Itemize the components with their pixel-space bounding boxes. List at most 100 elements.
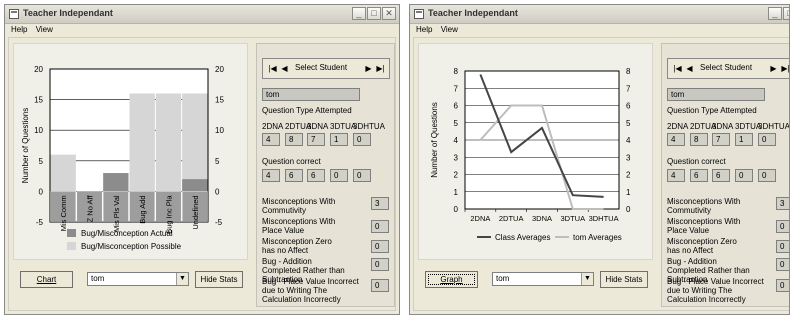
bar-possible [155,93,182,192]
y-tick-label: 15 [34,96,43,105]
menu-view[interactable]: View [441,24,458,36]
misconception-value: 0 [776,240,789,253]
student-navigator: |◀ ◀ Select Student ▶ ▶| [262,58,390,79]
y-tick-label-right: 4 [626,136,631,145]
line-chart-panel: 0 0 1 1 2 2 3 3 4 4 5 5 6 6 7 7 8 8 Number of Questions 2DN… [418,43,653,260]
select-student-label: Select Student [700,63,753,72]
student-navigator: |◀ ◀ Select Student ▶ ▶| [667,58,789,79]
window-title: Teacher Independant [23,8,113,18]
y-axis-title: Number of Questions [430,102,439,178]
student-combo[interactable]: tom ▼ [87,272,189,286]
first-record-icon[interactable]: |◀ [267,61,278,76]
maximize-button[interactable]: □ [783,7,789,20]
previous-record-icon[interactable]: ◀ [684,61,695,76]
legend-label-possible: Bug/Misconception Possible [81,242,182,251]
qtype-header: 3DNA [307,122,329,131]
correct-value: 0 [758,169,776,182]
graph-button-label: Graph [440,275,463,284]
qtype-header: 3DHTUA [758,122,790,131]
y-tick-label: 7 [454,84,459,93]
category-label: Undefined [191,195,200,229]
y-tick-label-right: 15 [215,96,224,105]
misconception-value: 0 [371,258,389,271]
minimize-button[interactable]: _ [768,7,782,20]
x-tick-label: 3DNA [532,214,552,223]
y-tick-label: 2 [454,171,459,180]
menu-help[interactable]: Help [11,24,27,36]
y-tick-label: 5 [39,157,44,166]
minimize-button[interactable]: _ [352,7,366,20]
hide-stats-button[interactable]: Hide Stats [195,271,243,288]
correct-value: 6 [712,169,730,182]
chart-button-label: Chart [36,275,57,284]
y-tick-label: 20 [34,65,43,74]
hide-stats-button[interactable]: Hide Stats [600,271,648,288]
last-record-icon[interactable]: ▶| [375,61,386,76]
y-tick-label: 6 [454,102,459,111]
attempted-value: 8 [285,133,303,146]
title-bar: Teacher Independant _ □ ✕ [5,5,399,24]
window-title: Teacher Independant [428,8,518,18]
close-button[interactable]: ✕ [382,7,396,20]
misconception-value: 3 [776,197,789,210]
y-tick-label-right: 7 [626,84,631,93]
bar-possible [129,93,155,192]
student-name-field: tom [667,88,765,101]
x-tick-label: 3DHTUA [589,214,619,223]
correct-value: 6 [690,169,708,182]
y-tick-label-right: 1 [626,188,631,197]
question-type-title: Question Type Attempted [262,106,352,115]
chart-button[interactable]: Chart [20,271,73,288]
category-label: Z No Aff [86,194,95,222]
student-name-field: tom [262,88,360,101]
menu-help[interactable]: Help [416,24,432,36]
app-icon [414,9,424,19]
question-type-title: Question Type Attempted [667,106,757,115]
chevron-down-icon[interactable]: ▼ [176,273,188,285]
misconception-value: 0 [776,220,789,233]
select-student-label: Select Student [295,63,348,72]
bar-chart: -5 -5 0 0 5 5 10 10 15 15 20 20 Number of Questions M… [21,65,224,251]
last-record-icon[interactable]: ▶| [780,61,789,76]
next-record-icon[interactable]: ▶ [363,61,374,76]
attempted-value: 0 [353,133,371,146]
qtype-header: 3DNA [712,122,734,131]
y-tick-label-right: 0 [626,205,631,214]
y-tick-label-right: 2 [626,171,631,180]
student-combo[interactable]: tom ▼ [492,272,594,286]
title-bar: Teacher Independant _ □ [410,5,789,24]
correct-value: 0 [735,169,753,182]
y-tick-label: 0 [454,205,459,214]
y-tick-label: 10 [34,126,43,135]
client-area: 0 0 1 1 2 2 3 3 4 4 5 5 6 6 7 7 8 8 Number of Questions 2DN… [413,37,790,311]
stats-panel: |◀ ◀ Select Student ▶ ▶| tom Question Type Att… [256,43,395,307]
category-label: Bug Add [138,195,147,223]
y-tick-label-right: 5 [626,119,631,128]
correct-value: 0 [330,169,348,182]
misconception-value: 0 [371,220,389,233]
first-record-icon[interactable]: |◀ [672,61,683,76]
correct-value: 6 [307,169,325,182]
category-label: Mis Comm [59,195,68,231]
legend-label-class: Class Averages [495,233,550,242]
teacher-window-chart: Teacher Independant _ □ ✕ Help View -5 -5… [4,4,400,315]
graph-button[interactable]: Graph [425,271,478,288]
maximize-button[interactable]: □ [367,7,381,20]
next-record-icon[interactable]: ▶ [768,61,779,76]
y-tick-label: 4 [454,136,459,145]
chevron-down-icon[interactable]: ▼ [581,273,593,285]
y-tick-label: 5 [454,119,459,128]
attempted-value: 1 [330,133,348,146]
x-tick-label: 3DTUA [561,214,586,223]
y-tick-label-right: 6 [626,102,631,111]
attempted-value: 7 [307,133,325,146]
correct-value: 0 [353,169,371,182]
student-combo-value: tom [496,274,510,283]
misconception-label: Misconceptions With Commutivity [667,197,741,215]
previous-record-icon[interactable]: ◀ [279,61,290,76]
menu-view[interactable]: View [36,24,53,36]
bar-possible [50,154,76,192]
category-label: Mis Pls Val [112,195,121,232]
menu-bar: Help View [5,24,399,36]
y-tick-label-right: 20 [215,65,224,74]
